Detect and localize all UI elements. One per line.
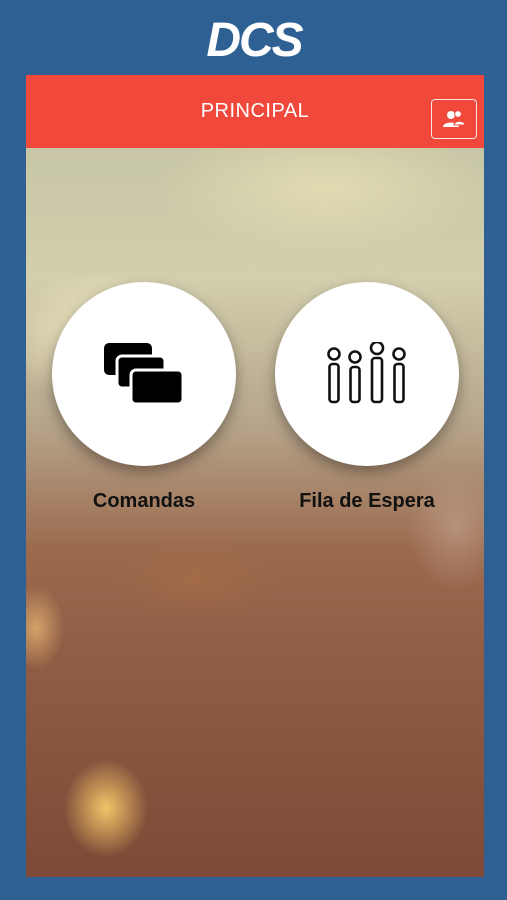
dcs-logo-mark: DCS xyxy=(206,14,305,62)
fila-de-espera-button[interactable] xyxy=(275,282,459,466)
app-screen: PRINCIPAL Comandas Fila de Espera xyxy=(26,75,484,877)
users-button[interactable] xyxy=(431,99,477,139)
fila-de-espera-label: Fila de Espera xyxy=(299,490,435,512)
comandas-label: Comandas xyxy=(92,490,196,512)
menu-item-fila-de-espera[interactable]: Fila de Espera xyxy=(275,282,459,513)
svg-text:DCS: DCS xyxy=(206,14,303,62)
page-title: PRINCIPAL xyxy=(200,100,310,122)
menu-item-comandas[interactable]: Comandas xyxy=(52,282,236,513)
header-bar: PRINCIPAL xyxy=(26,75,484,148)
comandas-button[interactable] xyxy=(52,282,236,466)
users-icon xyxy=(443,110,466,127)
cards-icon xyxy=(104,343,185,406)
dcs-logo: DCS xyxy=(0,10,507,66)
queue-people-icon xyxy=(327,342,406,404)
